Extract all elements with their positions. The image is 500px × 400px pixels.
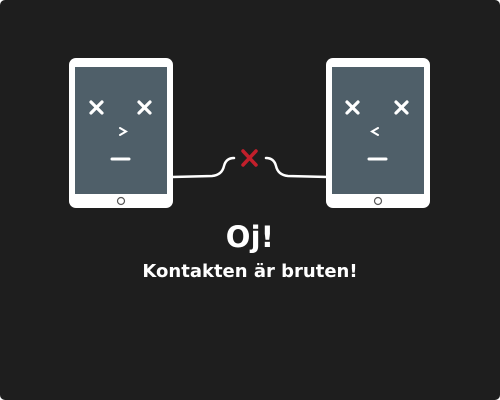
left-tablet-icon — [69, 58, 173, 208]
cable-left — [170, 156, 236, 179]
cable-right — [264, 156, 330, 179]
disconnected-devices-illustration — [69, 58, 430, 208]
connection-lost-dialog: Oj! Kontakten är bruten! — [0, 0, 500, 400]
dialog-title: Oj! — [225, 220, 275, 254]
dialog-message: Kontakten är bruten! — [142, 261, 358, 282]
disconnected-x-icon — [241, 149, 258, 167]
right-tablet-icon — [326, 58, 430, 208]
